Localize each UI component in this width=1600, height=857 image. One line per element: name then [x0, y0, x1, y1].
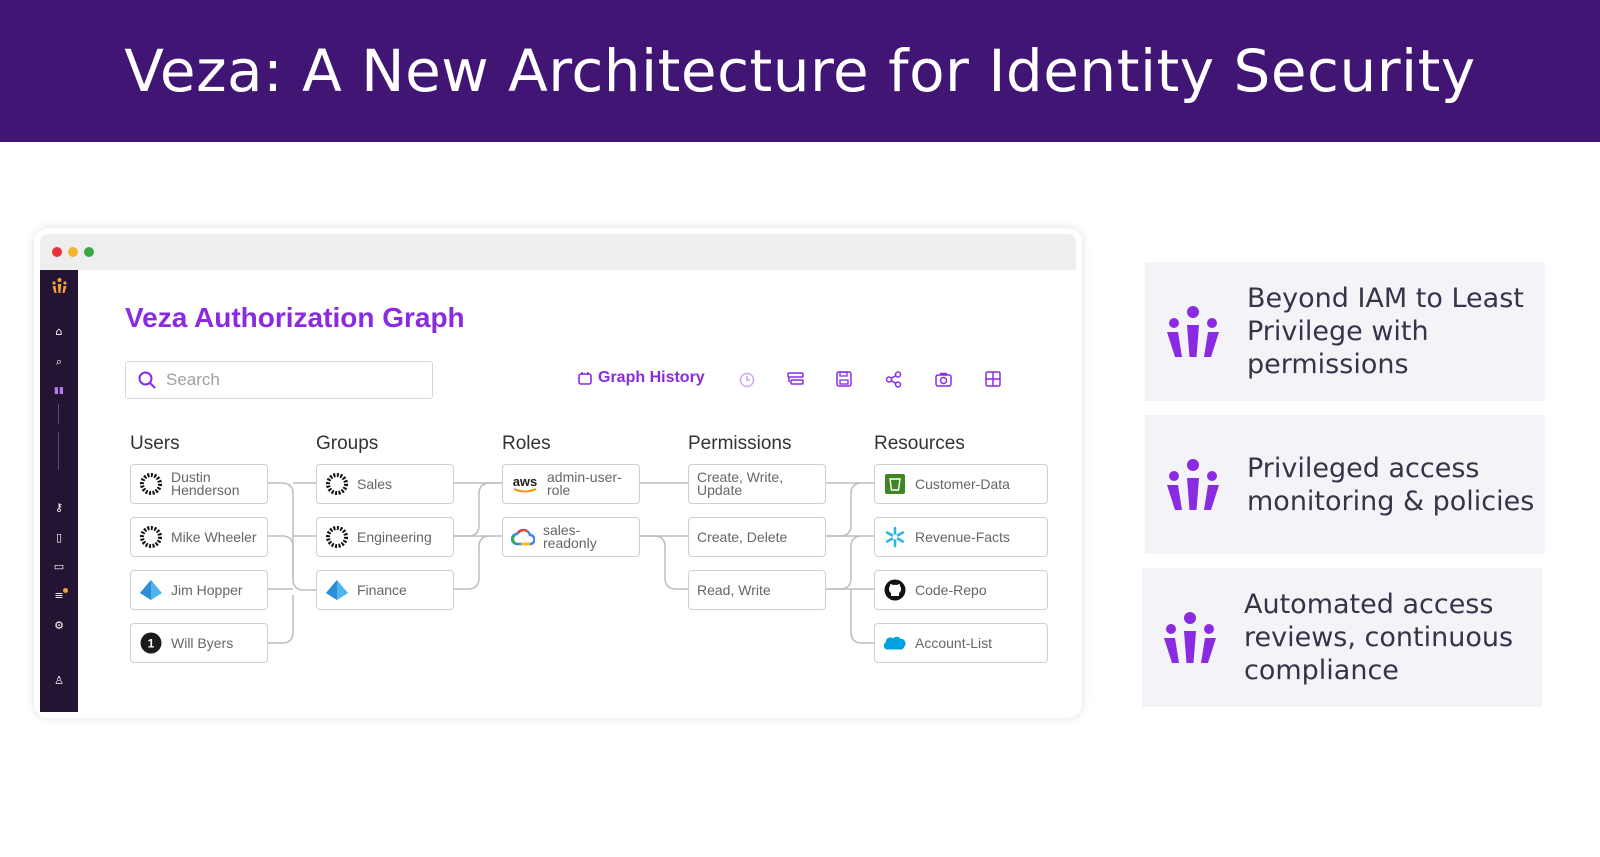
role-name: admin-user-role [547, 469, 622, 498]
veza-logo-icon [1167, 458, 1219, 510]
user-name: Dustin Henderson [171, 469, 240, 498]
okta-icon [325, 525, 349, 549]
svg-text:1: 1 [148, 637, 155, 651]
feature-text: Beyond IAM to Least Privilege with permi… [1247, 283, 1524, 380]
user-name: Jim Hopper [171, 581, 243, 598]
aws-icon: aws [511, 472, 539, 496]
resource-name: Code-Repo [915, 581, 987, 598]
okta-icon [325, 472, 349, 496]
permission-node[interactable]: Create, Delete [688, 517, 826, 557]
okta-icon [139, 525, 163, 549]
resource-node[interactable]: Account-List [874, 623, 1048, 663]
okta-icon [139, 472, 163, 496]
resource-node[interactable]: Revenue-Facts [874, 517, 1048, 557]
github-icon [883, 578, 907, 602]
google-cloud-icon [511, 525, 535, 549]
permission-node[interactable]: Read, Write [688, 570, 826, 610]
snowflake-icon [883, 525, 907, 549]
user-name: Mike Wheeler [171, 528, 257, 545]
feature-card: Automated access reviews, continuous com… [1142, 568, 1542, 707]
permission-node[interactable]: Create, Write, Update [688, 464, 826, 504]
azure-ad-icon [325, 578, 349, 602]
permission-label: Read, Write [697, 581, 771, 598]
s3-bucket-icon [883, 472, 907, 496]
user-node[interactable]: 1 Will Byers [130, 623, 268, 663]
feature-text: Automated access reviews, continuous com… [1244, 589, 1514, 686]
group-node[interactable]: Finance [316, 570, 454, 610]
permission-label: Create, Write, Update [697, 469, 784, 498]
role-name: sales-readonly [543, 522, 597, 551]
user-node[interactable]: Mike Wheeler [130, 517, 268, 557]
resource-name: Account-List [915, 634, 993, 651]
role-node[interactable]: sales-readonly [502, 517, 640, 557]
resource-node[interactable]: Customer-Data [874, 464, 1048, 504]
user-node[interactable]: Jim Hopper [130, 570, 268, 610]
feature-text: Privileged access monitoring & policies [1247, 452, 1535, 517]
group-node[interactable]: Sales [316, 464, 454, 504]
permission-label: Create, Delete [697, 528, 788, 545]
group-node[interactable]: Engineering [316, 517, 454, 557]
group-name: Finance [357, 581, 407, 598]
onelogin-icon: 1 [139, 631, 163, 655]
azure-ad-icon [139, 578, 163, 602]
resource-name: Customer-Data [915, 475, 1010, 492]
veza-logo-icon [1164, 611, 1216, 663]
group-name: Sales [357, 475, 393, 492]
veza-logo-icon [1167, 305, 1219, 357]
feature-card: Beyond IAM to Least Privilege with permi… [1145, 262, 1545, 401]
role-node[interactable]: aws admin-user-role [502, 464, 640, 504]
resource-name: Revenue-Facts [915, 528, 1010, 545]
resource-node[interactable]: Code-Repo [874, 570, 1048, 610]
user-name: Will Byers [171, 634, 234, 651]
salesforce-icon [883, 631, 907, 655]
user-node[interactable]: Dustin Henderson [130, 464, 268, 504]
feature-card: Privileged access monitoring & policies [1145, 415, 1545, 554]
group-name: Engineering [357, 528, 432, 545]
